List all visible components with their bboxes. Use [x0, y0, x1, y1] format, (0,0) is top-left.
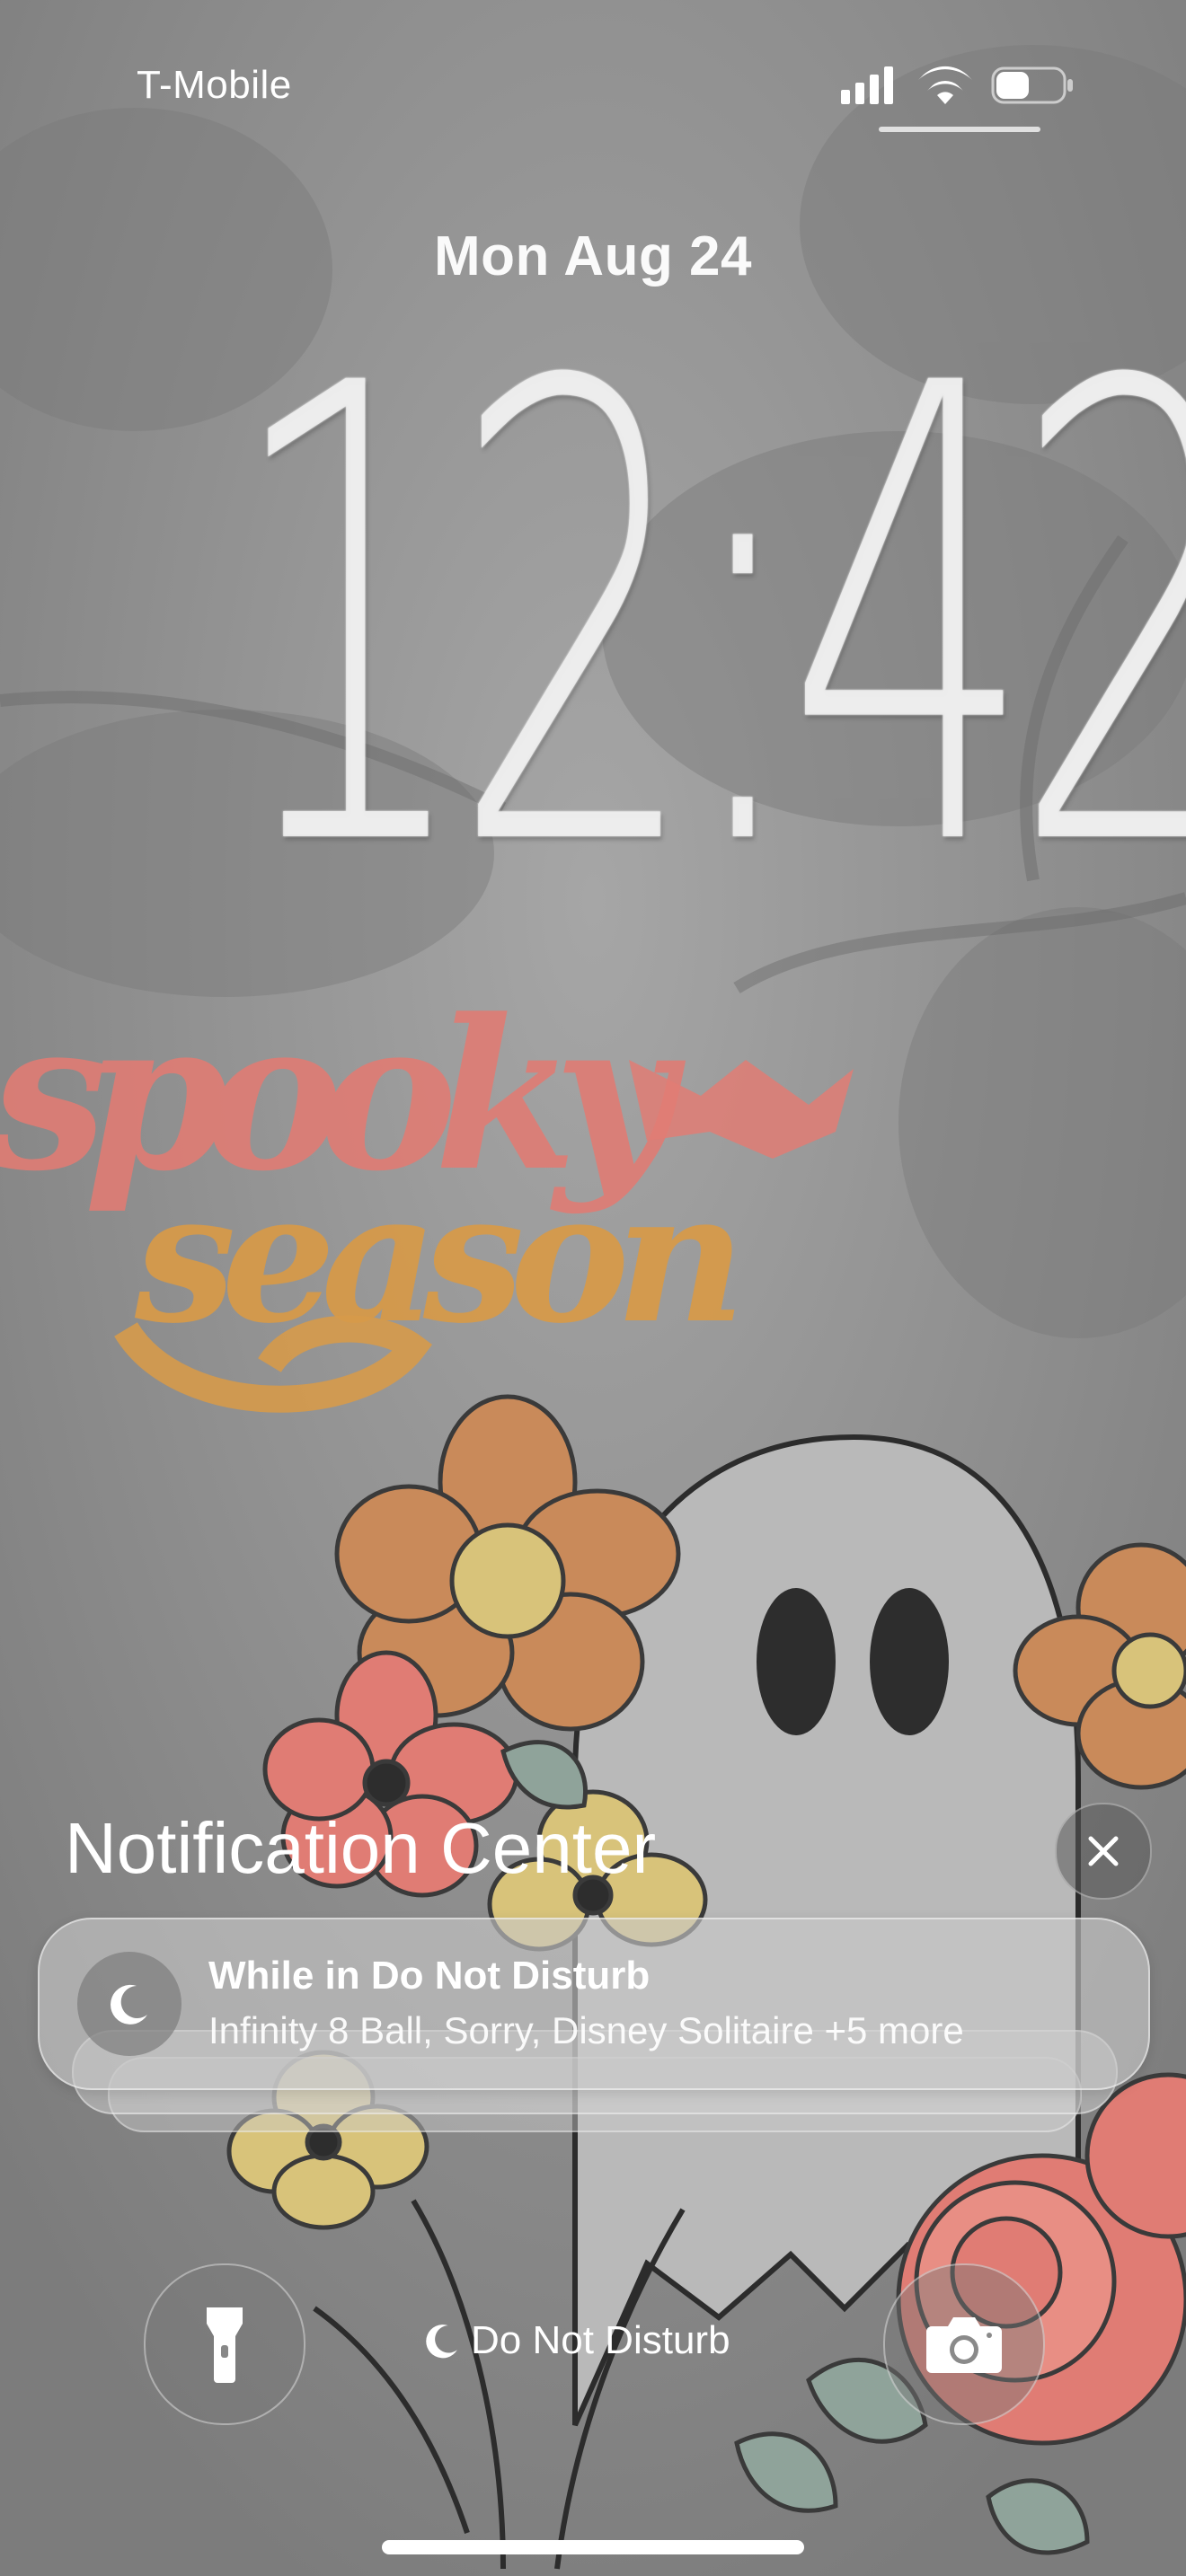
- battery-icon: [991, 66, 1073, 104]
- notification-body: Infinity 8 Ball, Sorry, Disney Solitaire…: [208, 2009, 964, 2051]
- camera-icon: [926, 2317, 1002, 2373]
- notification-center-close-button[interactable]: [1055, 1803, 1152, 1900]
- camera-button[interactable]: [883, 2263, 1045, 2425]
- focus-mode-label: Do Not Disturb: [471, 2318, 730, 2362]
- carrier-name: T-Mobile: [137, 63, 292, 107]
- status-bar-underline: [879, 127, 1040, 132]
- do-not-disturb-notification[interactable]: While in Do Not Disturb Infinity 8 Ball,…: [38, 1918, 1150, 2090]
- notification-app-icon: [77, 1952, 181, 2056]
- cellular-signal-icon: [841, 66, 893, 104]
- home-indicator[interactable]: [382, 2540, 804, 2554]
- flashlight-button[interactable]: [144, 2263, 305, 2425]
- focus-mode-indicator[interactable]: Do Not Disturb: [422, 2314, 730, 2368]
- moon-icon: [111, 1984, 147, 2025]
- notification-center-title: Notification Center: [65, 1808, 657, 1888]
- flashlight-icon: [207, 2307, 243, 2383]
- wallpaper-text-season: season: [134, 1152, 746, 1363]
- wifi-icon: [918, 66, 972, 104]
- close-icon: [1088, 1836, 1119, 1866]
- moon-icon: [426, 2325, 457, 2359]
- lock-screen-clock: 12:42: [225, 253, 1186, 985]
- notification-title: While in Do Not Disturb: [208, 1954, 651, 1998]
- status-icons: [841, 66, 1073, 104]
